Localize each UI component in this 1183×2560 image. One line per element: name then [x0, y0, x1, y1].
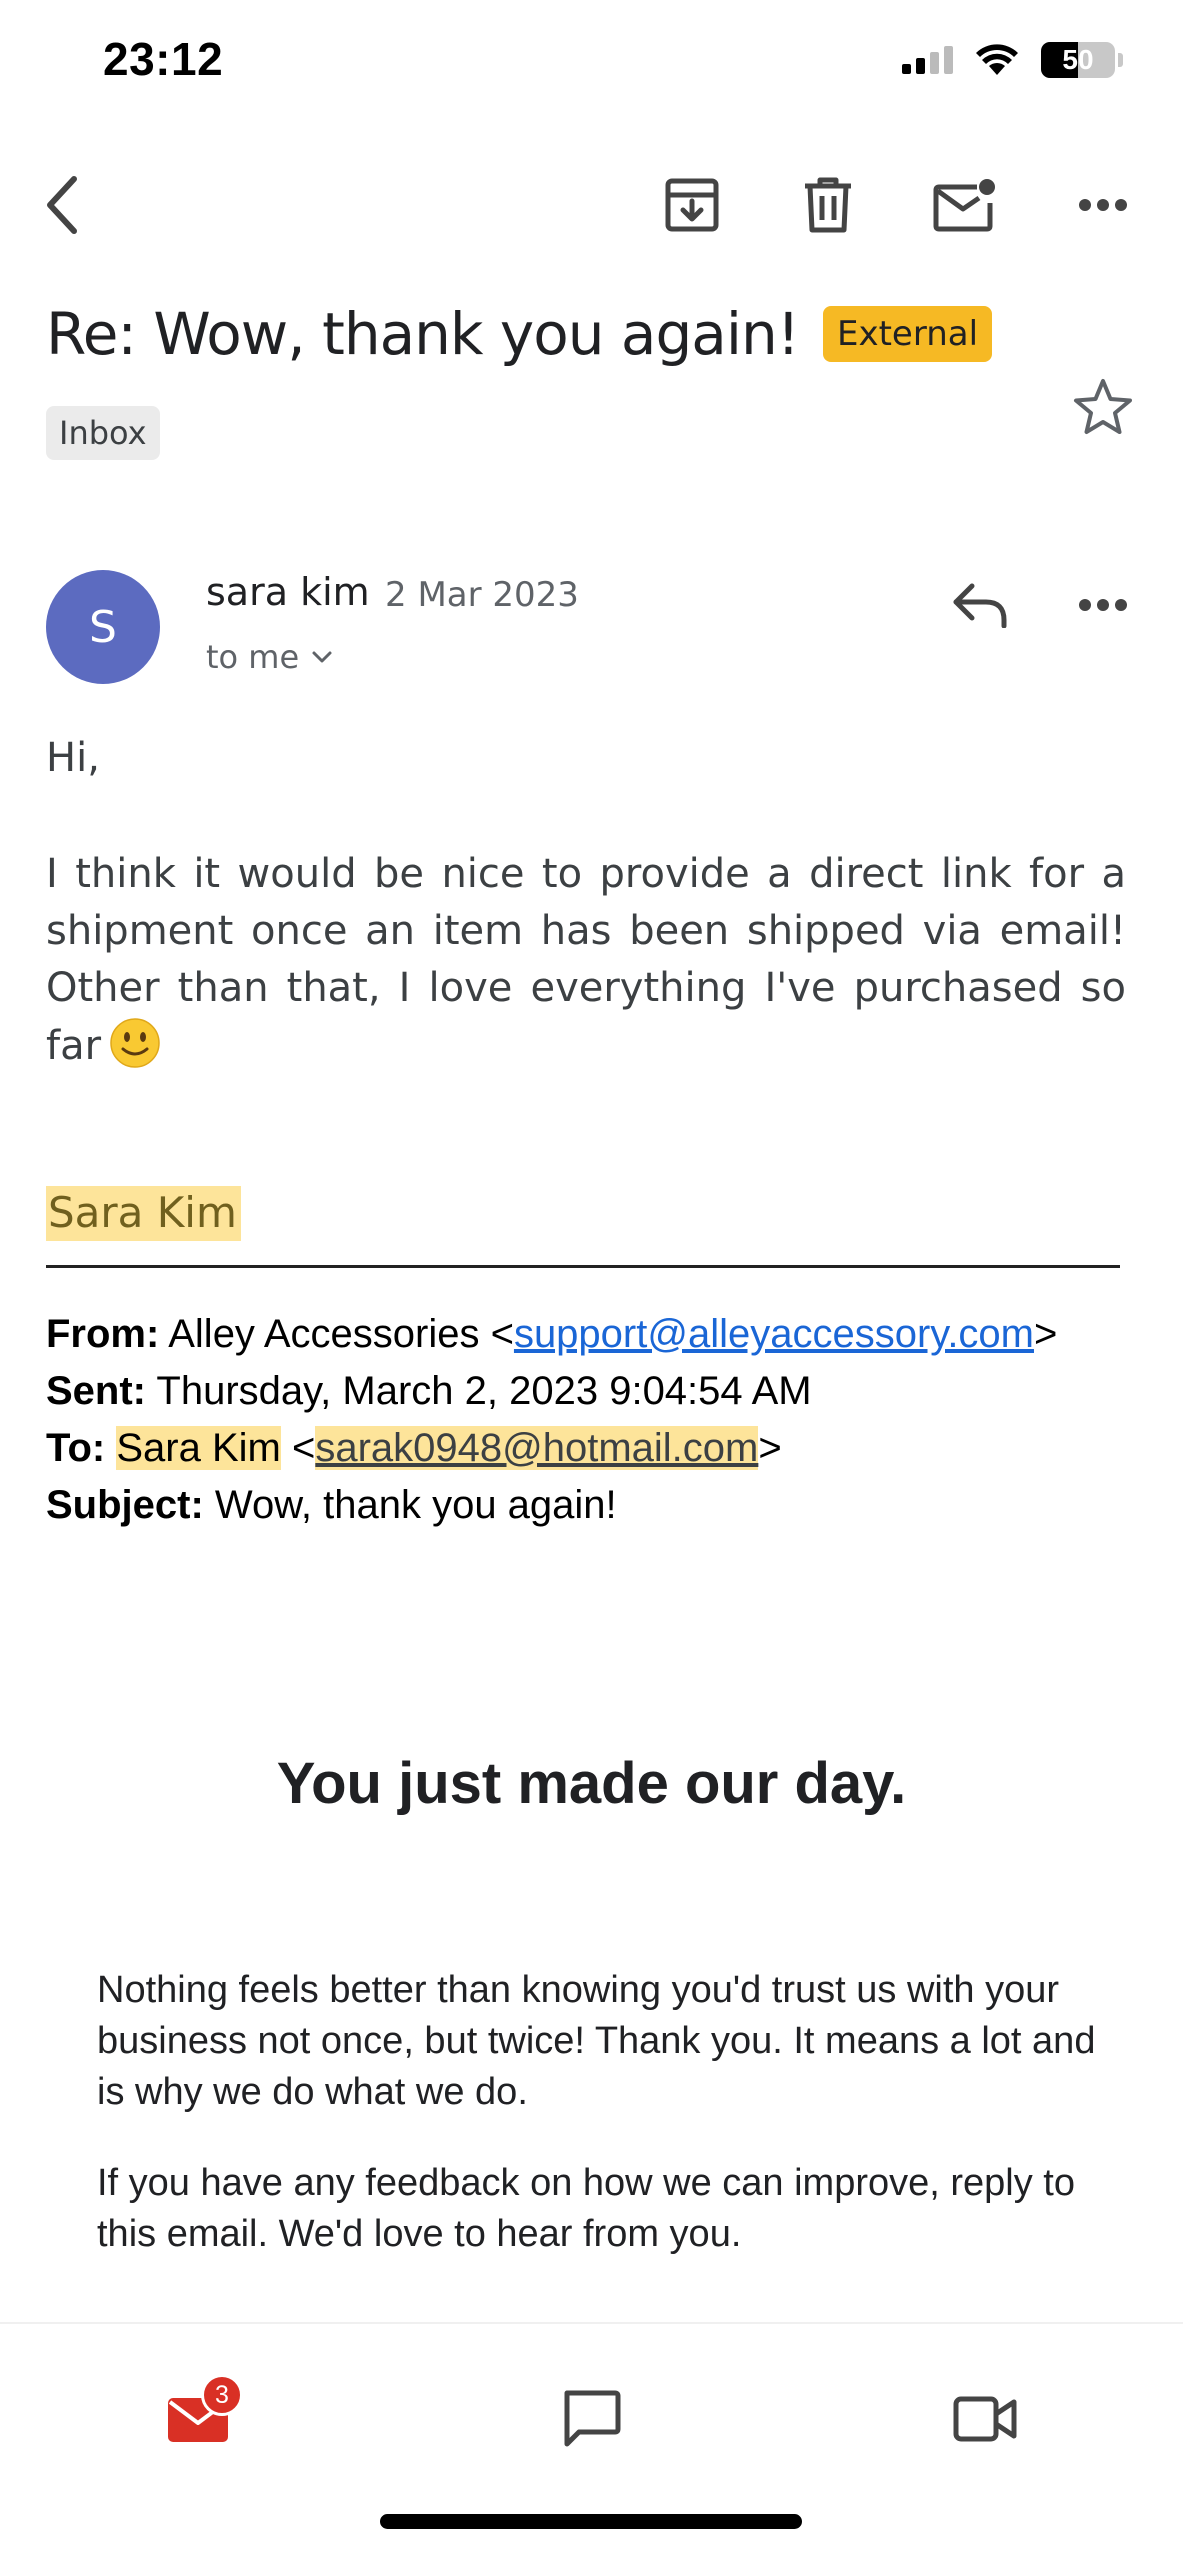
email-note-2: If you have any feedback on how we can i… — [97, 2162, 1075, 2255]
to-label: To: — [46, 1426, 106, 1470]
more-horizontal-icon — [1079, 199, 1127, 211]
mail-unread-badge: 3 — [201, 2374, 243, 2416]
email-headline: You just made our day. — [276, 1751, 907, 1816]
battery-icon: 50 — [1041, 42, 1115, 78]
mail-unread-icon — [933, 179, 995, 232]
to-open: < — [280, 1426, 316, 1470]
archive-button[interactable] — [652, 165, 732, 245]
avatar[interactable]: S — [46, 570, 160, 684]
recipient-details-toggle[interactable]: to me — [206, 638, 333, 676]
more-horizontal-icon — [1079, 599, 1127, 611]
archive-icon — [665, 178, 719, 232]
message-paragraph: I think it would be nice to provide a di… — [46, 846, 1126, 1075]
nav-meet[interactable] — [930, 2364, 1040, 2474]
message-text: I think it would be nice to provide a di… — [46, 851, 1126, 1069]
sender-date: 2 Mar 2023 — [385, 575, 579, 615]
quoted-subject: Subject: Wow, thank you again! — [46, 1483, 1156, 1528]
chevron-down-icon — [312, 651, 332, 663]
email-note-1: Nothing feels better than knowing you'd … — [97, 1969, 1096, 2113]
smiling-face-emoji-icon — [110, 1018, 160, 1068]
external-badge: External — [822, 306, 993, 362]
home-indicator[interactable] — [380, 2514, 802, 2529]
to-me-label: to me — [206, 638, 300, 676]
nav-chat[interactable] — [536, 2364, 646, 2474]
status-bar: 23:12 50 — [0, 0, 1183, 130]
message-more-button[interactable] — [1063, 570, 1143, 640]
star-icon — [1074, 379, 1132, 434]
trash-icon — [805, 177, 851, 233]
to-close: > — [758, 1426, 782, 1470]
star-button[interactable] — [1066, 370, 1140, 444]
video-icon — [953, 2396, 1017, 2442]
toolbar — [0, 165, 1183, 245]
nav-mail[interactable]: 3 — [143, 2364, 253, 2474]
delete-button[interactable] — [788, 165, 868, 245]
back-arrow-icon — [47, 176, 77, 234]
subject-label: Subject: — [46, 1483, 204, 1527]
from-close: > — [1034, 1312, 1058, 1356]
wifi-icon — [976, 44, 1018, 75]
status-icons: 50 — [902, 42, 1123, 78]
sent-value: Thursday, March 2, 2023 9:04:54 AM — [156, 1369, 812, 1413]
more-options-button[interactable] — [1063, 165, 1143, 245]
reply-icon — [953, 583, 1007, 628]
email-subject: Re: Wow, thank you again! — [46, 300, 800, 368]
quoted-sent: Sent: Thursday, March 2, 2023 9:04:54 AM — [46, 1369, 1156, 1414]
mark-unread-button[interactable] — [925, 165, 1005, 245]
from-email-link[interactable]: support@alleyaccessory.com — [514, 1312, 1034, 1356]
sent-label: Sent: — [46, 1369, 146, 1413]
to-name: Sara Kim — [116, 1426, 281, 1470]
quoted-to: To: Sara Kim <sarak0948@hotmail.com> — [46, 1426, 1156, 1471]
cellular-signal-icon — [902, 46, 953, 74]
from-label: From: — [46, 1312, 160, 1356]
battery-level: 50 — [1062, 44, 1094, 75]
status-time: 23:12 — [103, 33, 224, 85]
from-name: Alley Accessories < — [168, 1312, 514, 1356]
to-email-link[interactable]: sarak0948@hotmail.com — [315, 1426, 759, 1470]
chat-icon — [564, 2390, 621, 2447]
reply-button[interactable] — [940, 570, 1020, 640]
back-button[interactable] — [22, 165, 102, 245]
signature: Sara Kim — [46, 1186, 241, 1241]
quote-divider — [46, 1265, 1120, 1268]
sender-name: sara kim — [206, 570, 370, 614]
greeting: Hi, — [46, 735, 100, 781]
subject-row: Re: Wow, thank you again! External — [46, 300, 1063, 368]
inbox-label-chip[interactable]: Inbox — [46, 406, 160, 460]
quoted-from: From: Alley Accessories <support@alleyac… — [46, 1312, 1156, 1357]
subject-value: Wow, thank you again! — [214, 1483, 617, 1527]
